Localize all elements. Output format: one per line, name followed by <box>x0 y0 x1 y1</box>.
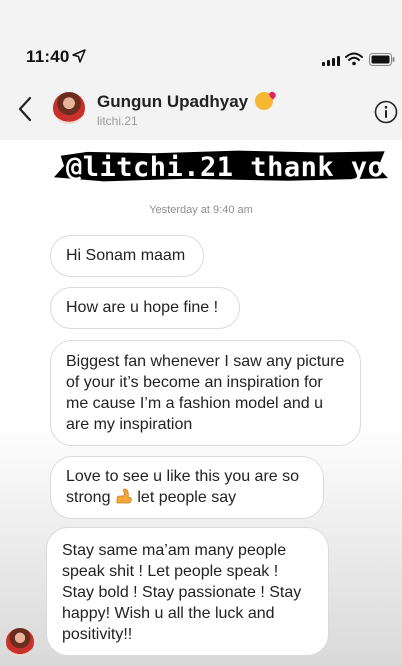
message-text: let people say <box>132 489 237 506</box>
flexed-biceps-icon <box>116 488 132 504</box>
status-time: 11:40 <box>26 47 70 66</box>
sticker-banner: @litchi.21 thank you <box>54 146 401 186</box>
chat-header: Gungun Upadhyay litchi.21 <box>0 86 402 140</box>
dm-thread-screen: 11:40 Gungun Upadhyay litchi.21 @litchi.… <box>0 0 402 666</box>
chevron-left-icon[interactable] <box>17 96 33 122</box>
wifi-icon <box>345 52 363 66</box>
sender-avatar[interactable] <box>6 628 34 656</box>
contact-name-row[interactable]: Gungun Upadhyay <box>97 92 273 112</box>
message-bubble[interactable]: Stay same ma’am many people speak shit !… <box>46 527 329 656</box>
face-blowing-kiss-emoji <box>254 92 273 110</box>
message-text: Stay same ma’am many people speak shit !… <box>62 542 302 643</box>
message-bubble[interactable]: Hi Sonam maam <box>50 235 204 277</box>
message-text: Biggest fan whenever I saw any picture o… <box>66 353 345 433</box>
status-bar: 11:40 <box>0 0 402 86</box>
message-text: How are u hope fine ! <box>66 299 219 316</box>
message-bubble[interactable]: How are u hope fine ! <box>50 287 240 329</box>
info-icon[interactable] <box>374 100 398 124</box>
contact-avatar[interactable] <box>53 92 85 124</box>
message-timestamp: Yesterday at 9:40 am <box>149 204 253 216</box>
contact-username: litchi.21 <box>97 114 138 128</box>
message-bubble[interactable]: Love to see u like this you are so stron… <box>50 456 324 519</box>
banner-text: @litchi.21 thank you <box>66 152 402 183</box>
cellular-signal-icon <box>322 56 340 66</box>
battery-icon <box>369 53 395 66</box>
message-text: Hi Sonam maam <box>66 247 186 264</box>
location-arrow-icon <box>72 49 86 63</box>
message-bubble[interactable]: Biggest fan whenever I saw any picture o… <box>50 340 361 446</box>
contact-name[interactable]: Gungun Upadhyay <box>97 92 248 111</box>
